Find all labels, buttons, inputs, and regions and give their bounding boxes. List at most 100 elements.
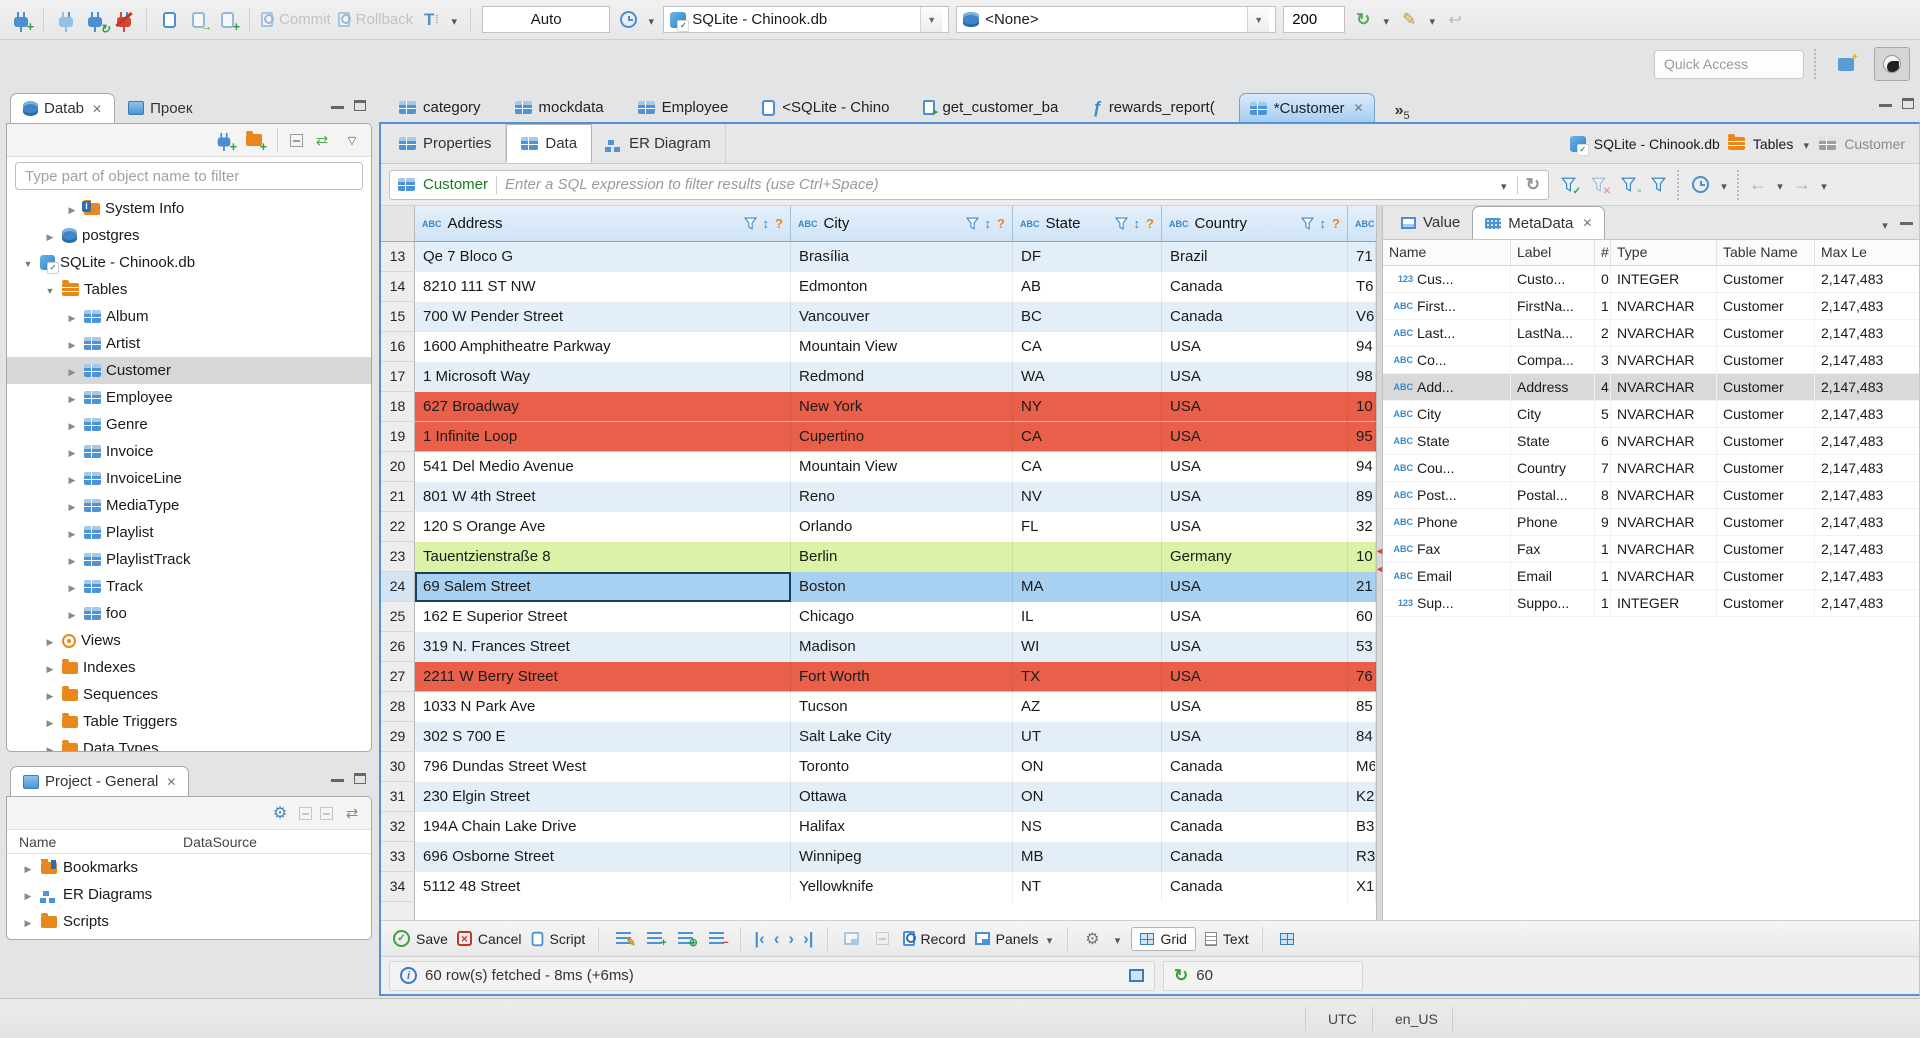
cell-city[interactable]: Salt Lake City [791, 722, 1013, 752]
cell-postalcode[interactable]: 10 [1348, 392, 1376, 422]
row-number[interactable]: 17 [381, 362, 415, 392]
cell-state[interactable]: AZ [1013, 692, 1162, 722]
object-filter-input[interactable] [15, 162, 363, 190]
cell-postalcode[interactable]: M6 [1348, 752, 1376, 782]
cell-postalcode[interactable]: R3 [1348, 842, 1376, 872]
editor-tab[interactable]: Employee [628, 93, 739, 122]
history-icon[interactable] [617, 9, 639, 31]
row-number[interactable]: 30 [381, 752, 415, 782]
cell-address[interactable]: 1 Infinite Loop [415, 422, 791, 452]
disconnect-icon[interactable] [113, 9, 135, 32]
history-dropdown-icon[interactable] [646, 12, 656, 28]
column-info-icon[interactable] [997, 216, 1005, 231]
row-number[interactable]: 32 [381, 812, 415, 842]
tree-item[interactable]: postgres [7, 222, 371, 249]
column-header-postalcode[interactable]: ABC [1348, 206, 1376, 242]
cell-country[interactable]: USA [1162, 602, 1348, 632]
cell-state[interactable]: MA [1013, 572, 1162, 602]
cell-postalcode[interactable]: B3 [1348, 812, 1376, 842]
project-tab[interactable]: Project - General [10, 766, 190, 796]
column-datasource[interactable]: DataSource [183, 834, 257, 850]
cell-postalcode[interactable]: 89 [1348, 482, 1376, 512]
cell-postalcode[interactable]: 21 [1348, 572, 1376, 602]
expand-arrow-icon[interactable] [65, 416, 79, 433]
tree-item[interactable]: InvoiceLine [7, 465, 371, 492]
metadata-row[interactable]: ABC Last... LastNa... 2 NVARCHAR Customer… [1383, 320, 1919, 347]
cell-country[interactable]: USA [1162, 362, 1348, 392]
reconnect-icon[interactable] [84, 9, 106, 32]
cell-state[interactable]: NY [1013, 392, 1162, 422]
row-number[interactable]: 24 [381, 572, 415, 602]
tree-item[interactable]: Customer [7, 357, 371, 384]
cell-state[interactable]: CA [1013, 422, 1162, 452]
cell-address[interactable]: 8210 111 ST NW [415, 272, 791, 302]
new-folder-icon[interactable]: + [243, 129, 267, 153]
edit-row-icon[interactable]: ✎ [612, 928, 636, 950]
link-with-editor-icon[interactable] [311, 129, 333, 151]
metadata-row[interactable]: ABC Fax Fax 1 NVARCHAR Customer 2,147,483 [1383, 536, 1919, 563]
sort-icon[interactable] [1134, 216, 1141, 231]
column-max-length[interactable]: Max Le [1815, 240, 1916, 265]
cell-state[interactable]: NV [1013, 482, 1162, 512]
maximize-icon[interactable] [354, 100, 366, 111]
cell-address[interactable]: 700 W Pender Street [415, 302, 791, 332]
sort-icon[interactable] [1320, 216, 1327, 231]
row-number[interactable]: 13 [381, 242, 415, 272]
column-name[interactable]: Name [7, 834, 183, 850]
cell-country[interactable]: USA [1162, 722, 1348, 752]
expand-arrow-icon[interactable] [43, 686, 57, 703]
cell-state[interactable]: BC [1013, 302, 1162, 332]
cell-postalcode[interactable]: 10 [1348, 542, 1376, 572]
column-info-icon[interactable] [1332, 216, 1340, 231]
tree-item[interactable]: Employee [7, 384, 371, 411]
minimize-icon[interactable] [1879, 98, 1892, 107]
expand-arrow-icon[interactable] [65, 470, 79, 487]
tab-overflow-button[interactable]: » 5 [1395, 102, 1410, 122]
column-header-country[interactable]: ABC Country [1162, 206, 1348, 242]
cell-city[interactable]: New York [791, 392, 1013, 422]
open-sql-script-icon[interactable] [187, 9, 209, 31]
row-number[interactable]: 22 [381, 512, 415, 542]
metadata-row[interactable]: ABC City City 5 NVARCHAR Customer 2,147,4… [1383, 401, 1919, 428]
column-info-icon[interactable] [1146, 216, 1154, 231]
last-row-icon[interactable]: ›| [803, 930, 813, 947]
row-number[interactable]: 33 [381, 842, 415, 872]
project-row[interactable]: ER Diagrams [7, 881, 371, 908]
connect-icon[interactable] [55, 9, 77, 32]
cell-country[interactable]: USA [1162, 422, 1348, 452]
panel-splitter[interactable] [1376, 206, 1383, 920]
open-perspective-icon[interactable] [1828, 47, 1864, 81]
project-row[interactable]: Scripts [7, 908, 371, 935]
minimize-icon[interactable] [331, 773, 344, 782]
breadcrumb-tables[interactable]: Tables [1753, 136, 1793, 152]
maximize-icon[interactable] [1902, 98, 1914, 109]
script-button[interactable]: Script [531, 931, 585, 947]
cell-state[interactable]: AB [1013, 272, 1162, 302]
compare-icon[interactable] [1398, 9, 1420, 31]
editor-tab[interactable]: category [389, 93, 491, 122]
refresh-mode-icon[interactable] [1352, 9, 1374, 31]
cell-postalcode[interactable]: V6 [1348, 302, 1376, 332]
calc-panel-icon[interactable] [1276, 928, 1298, 950]
cell-country[interactable]: Canada [1162, 752, 1348, 782]
cell-city[interactable]: Toronto [791, 752, 1013, 782]
next-row-icon[interactable]: › [788, 930, 794, 947]
expand-arrow-icon[interactable] [65, 443, 79, 460]
cell-country[interactable]: Brazil [1162, 242, 1348, 272]
cell-country[interactable]: Canada [1162, 272, 1348, 302]
cell-address[interactable]: 319 N. Frances Street [415, 632, 791, 662]
settings-gear-icon[interactable] [269, 802, 291, 824]
cell-country[interactable]: USA [1162, 662, 1348, 692]
cell-city[interactable]: Cupertino [791, 422, 1013, 452]
cell-postalcode[interactable]: 95 [1348, 422, 1376, 452]
first-row-icon[interactable]: |‹ [754, 930, 764, 947]
cell-country[interactable]: Canada [1162, 302, 1348, 332]
row-number[interactable]: 20 [381, 452, 415, 482]
editor-tab[interactable]: mockdata [505, 93, 614, 122]
row-number[interactable]: 23 [381, 542, 415, 572]
expand-arrow-icon[interactable] [65, 362, 79, 379]
breadcrumb-dropdown-icon[interactable] [1801, 136, 1811, 152]
cell-state[interactable]: FL [1013, 512, 1162, 542]
metadata-row[interactable]: 123 Sup... Suppo... 1 INTEGER Customer 2,… [1383, 590, 1919, 617]
row-number[interactable]: 31 [381, 782, 415, 812]
